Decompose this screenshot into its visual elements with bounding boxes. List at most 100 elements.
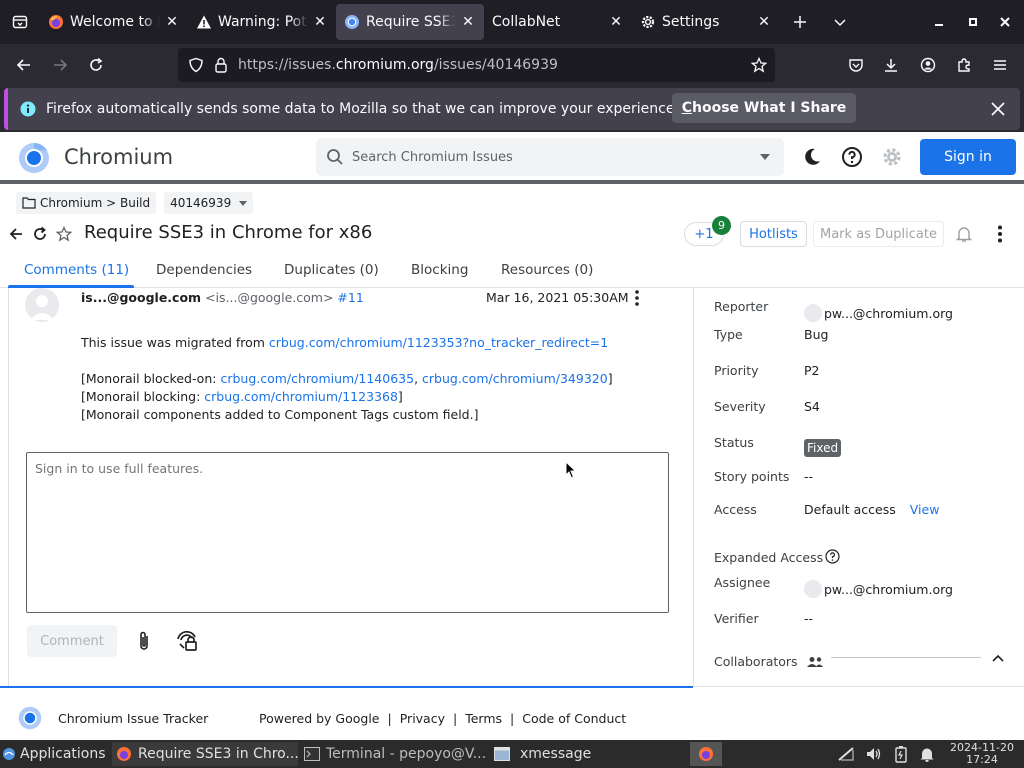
- choose-what-i-share-button[interactable]: Choose What I Share: [672, 93, 856, 123]
- url-path: /issues/40146939: [433, 57, 558, 73]
- chevron-down-icon[interactable]: [760, 154, 770, 160]
- severity-value[interactable]: S4: [804, 399, 820, 414]
- close-notification-icon[interactable]: [986, 97, 1010, 121]
- comment-header: is...@google.com <is...@google.com> #11: [81, 290, 364, 305]
- new-tab-icon[interactable]: [780, 0, 820, 44]
- url-text[interactable]: https://issues.chromium.org/issues/40146…: [238, 57, 558, 73]
- tab-resources[interactable]: Resources (0): [501, 262, 593, 278]
- help-icon[interactable]: [825, 548, 840, 564]
- vote-count-badge: 9: [712, 216, 731, 235]
- close-icon[interactable]: ✕: [164, 14, 180, 30]
- comment-button[interactable]: Comment: [27, 625, 117, 657]
- footer-link-privacy[interactable]: Privacy: [400, 711, 445, 726]
- list-all-tabs-icon[interactable]: [820, 0, 860, 44]
- downloads-icon[interactable]: [873, 47, 909, 83]
- sign-in-button[interactable]: Sign in: [920, 139, 1016, 175]
- search-input[interactable]: Search Chromium Issues: [352, 150, 760, 165]
- field-label: Access: [714, 501, 757, 517]
- shield-icon[interactable]: [188, 57, 204, 73]
- taskbar-terminal-window[interactable]: Terminal - pepoyo@V...: [300, 742, 486, 766]
- battery-icon[interactable]: [891, 744, 911, 764]
- blocked-on-link[interactable]: crbug.com/chromium/349320: [422, 371, 608, 386]
- breadcrumb: Chromium > Build 40146939: [16, 192, 254, 214]
- type-value[interactable]: Bug: [804, 327, 828, 342]
- comment-author[interactable]: is...@google.com: [81, 290, 201, 305]
- comment-number-link[interactable]: #11: [337, 290, 363, 305]
- applications-label: Applications: [20, 746, 106, 762]
- taskbar-firefox-window[interactable]: Require SSE3 in Chro...: [112, 742, 298, 766]
- more-vert-icon[interactable]: [991, 225, 1009, 243]
- footer-link-code-of-conduct[interactable]: Code of Conduct: [522, 711, 626, 726]
- star-icon[interactable]: [55, 225, 73, 243]
- tab-duplicates[interactable]: Duplicates (0): [284, 262, 379, 278]
- close-icon[interactable]: ✕: [460, 14, 476, 30]
- browser-tab-settings[interactable]: Settings ✕: [632, 4, 780, 40]
- back-icon[interactable]: [6, 47, 42, 83]
- story-points-value[interactable]: --: [804, 469, 813, 484]
- bookmark-star-icon[interactable]: [751, 57, 767, 73]
- firefox-launcher-icon[interactable]: [690, 742, 722, 766]
- lock-icon[interactable]: [214, 57, 228, 73]
- tab-comments[interactable]: Comments (11): [24, 262, 129, 278]
- browser-tab-welcome[interactable]: Welcome to Firefox ✕: [40, 4, 188, 40]
- comment-text: [Monorail components added to Component …: [81, 407, 479, 422]
- chromium-logo-icon[interactable]: [18, 706, 42, 730]
- browser-tab-issue[interactable]: Require SSE3 in Chrome ✕: [336, 4, 484, 40]
- pocket-icon[interactable]: [838, 47, 874, 83]
- applications-menu[interactable]: Applications: [2, 742, 110, 766]
- clock[interactable]: 2024-11-20 17:24: [946, 742, 1018, 766]
- back-arrow-icon[interactable]: [7, 225, 25, 243]
- extensions-icon[interactable]: [946, 47, 982, 83]
- bell-icon[interactable]: [955, 225, 973, 243]
- browser-tab-warning[interactable]: Warning: Potential Security Risk ✕: [188, 4, 336, 40]
- tab-list-icon[interactable]: [0, 0, 40, 44]
- footer-app-name: Chromium Issue Tracker: [58, 711, 209, 726]
- refresh-icon[interactable]: [31, 225, 49, 243]
- reload-icon[interactable]: [78, 47, 114, 83]
- taskbar-xmessage-window[interactable]: xmessage: [490, 742, 676, 766]
- notification-bell-icon[interactable]: [917, 744, 937, 764]
- footer-link-powered-by[interactable]: Powered by Google: [259, 711, 380, 726]
- hotlists-button[interactable]: Hotlists: [740, 221, 807, 247]
- maximize-icon[interactable]: [956, 0, 990, 44]
- migrated-from-link[interactable]: crbug.com/chromium/1123353?no_tracker_re…: [269, 335, 608, 350]
- tab-dependencies[interactable]: Dependencies: [156, 262, 252, 278]
- window-close-icon[interactable]: [988, 0, 1022, 44]
- priority-value[interactable]: P2: [804, 363, 820, 378]
- chevron-up-icon[interactable]: [992, 654, 1004, 662]
- forward-icon[interactable]: [42, 47, 78, 83]
- browser-tab-collabnet[interactable]: CollabNet ✕: [484, 4, 632, 40]
- dark-mode-icon[interactable]: [799, 144, 825, 170]
- close-icon[interactable]: ✕: [756, 14, 772, 30]
- network-icon[interactable]: [836, 744, 856, 764]
- comment-more-icon[interactable]: [629, 289, 645, 307]
- hamburger-menu-icon[interactable]: [982, 47, 1018, 83]
- status-badge[interactable]: Fixed: [804, 439, 842, 457]
- address-bar[interactable]: https://issues.chromium.org/issues/40146…: [178, 48, 775, 82]
- verifier-value[interactable]: --: [804, 611, 813, 626]
- minimize-icon[interactable]: [922, 0, 956, 44]
- search-box[interactable]: Search Chromium Issues: [316, 138, 784, 176]
- account-icon[interactable]: [910, 47, 946, 83]
- tab-blocking[interactable]: Blocking: [411, 262, 468, 278]
- field-collaborators: Collaborators: [714, 654, 824, 669]
- mark-as-duplicate-button[interactable]: Mark as Duplicate: [813, 221, 944, 247]
- app-brand[interactable]: Chromium: [64, 145, 173, 169]
- volume-icon[interactable]: [864, 744, 884, 764]
- footer-link-terms[interactable]: Terms: [465, 711, 502, 726]
- issue-id-chip[interactable]: 40146939: [164, 192, 254, 214]
- component-breadcrumb[interactable]: Chromium > Build: [16, 192, 157, 214]
- blocked-on-link[interactable]: crbug.com/chromium/1140635: [220, 371, 414, 386]
- comment-text: ,: [414, 371, 423, 386]
- assignee-value[interactable]: pw...@chromium.org: [824, 582, 953, 597]
- close-icon[interactable]: ✕: [312, 14, 328, 30]
- view-access-link[interactable]: View: [910, 502, 940, 517]
- help-icon[interactable]: [839, 144, 865, 170]
- restrict-visibility-icon[interactable]: [175, 628, 199, 652]
- reporter-value[interactable]: pw...@chromium.org: [824, 306, 953, 321]
- settings-gear-icon[interactable]: [879, 144, 905, 170]
- close-icon[interactable]: ✕: [608, 14, 624, 30]
- attachment-icon[interactable]: [137, 630, 151, 652]
- chromium-logo-icon[interactable]: [18, 142, 50, 174]
- blocking-link[interactable]: crbug.com/chromium/1123368: [204, 389, 398, 404]
